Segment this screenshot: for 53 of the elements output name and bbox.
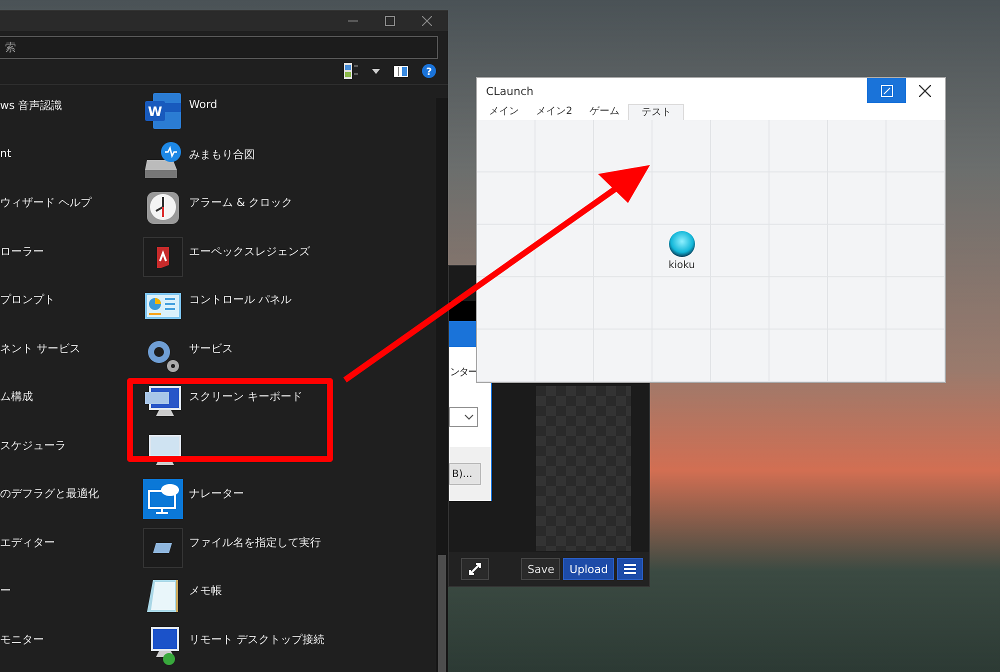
view-icon[interactable] <box>344 63 358 80</box>
app-list-item[interactable]: ー <box>0 576 11 625</box>
fullscreen-button[interactable] <box>461 558 489 580</box>
upload-button[interactable]: Upload <box>563 558 614 580</box>
dropdown-field[interactable] <box>449 407 478 427</box>
app-list-item[interactable]: ナレーター <box>189 486 244 502</box>
speech-monitor-icon[interactable] <box>143 479 183 520</box>
app-list-item[interactable]: nt <box>0 140 12 188</box>
app-list-item[interactable]: プロンプト <box>0 285 55 334</box>
orb-icon[interactable] <box>668 230 696 258</box>
close-icon[interactable] <box>919 85 931 97</box>
app-list-item[interactable]: ネント サービス <box>0 334 80 382</box>
menu-icon <box>624 564 636 574</box>
dialog-button[interactable]: B)... <box>449 463 481 485</box>
app-list-item[interactable]: エディター <box>0 528 55 576</box>
app-list-item[interactable]: Word <box>189 98 218 112</box>
app-list-item[interactable]: みまもり合図 <box>189 146 255 162</box>
window-title: CLaunch <box>486 84 535 98</box>
tab[interactable]: ゲーム <box>581 104 628 120</box>
app-list-item[interactable]: のデフラグと最適化 <box>0 479 99 528</box>
app-list-item[interactable]: リモート デスクトップ接続 <box>189 632 324 647</box>
heart-drive-icon[interactable] <box>143 140 183 180</box>
app-list-item[interactable]: スクリーン キーボード <box>189 389 302 404</box>
menu-button[interactable] <box>617 558 643 580</box>
tab[interactable]: メイン <box>481 104 528 120</box>
chevron-down-icon <box>464 414 474 420</box>
app-list-item[interactable]: エーペックスレジェンズ <box>189 244 310 259</box>
app-list-item[interactable]: アラーム & クロック <box>189 195 293 210</box>
launcher-item-label[interactable]: kioku <box>668 260 695 272</box>
tab[interactable]: メイン2 <box>528 104 582 120</box>
app-list-item[interactable]: ム構成 <box>0 382 33 431</box>
edit-button[interactable] <box>867 78 906 103</box>
expand-icon <box>468 562 482 576</box>
scrollbar-thumb[interactable] <box>438 555 446 672</box>
caret-down-icon[interactable] <box>372 68 380 74</box>
app-list-item[interactable]: ファイル名を指定して実行 <box>189 534 321 550</box>
maximize-icon[interactable] <box>385 16 395 26</box>
game-icon[interactable] <box>143 236 183 277</box>
app-list-item[interactable]: サービス <box>189 340 233 356</box>
pane-icon[interactable] <box>394 66 408 77</box>
search-field[interactable]: 索 <box>0 36 438 59</box>
app-list-item[interactable]: コントロール パネル <box>189 292 292 308</box>
app-list-item[interactable]: スケジューラ <box>0 430 66 480</box>
app-list-item[interactable]: ウィザード ヘルプ <box>0 188 92 237</box>
app-list-item[interactable]: モニター <box>0 624 44 672</box>
save-button[interactable]: Save <box>521 558 560 580</box>
edit-icon <box>880 84 892 96</box>
app-list-item[interactable]: ws 音声認識 <box>0 91 62 140</box>
tab[interactable]: テスト <box>628 104 684 120</box>
help-icon[interactable]: ? <box>422 64 436 78</box>
app-list-item[interactable]: メモ帳 <box>189 583 222 598</box>
app-list-item[interactable]: ローラー <box>0 236 44 286</box>
run-icon[interactable] <box>143 528 183 568</box>
